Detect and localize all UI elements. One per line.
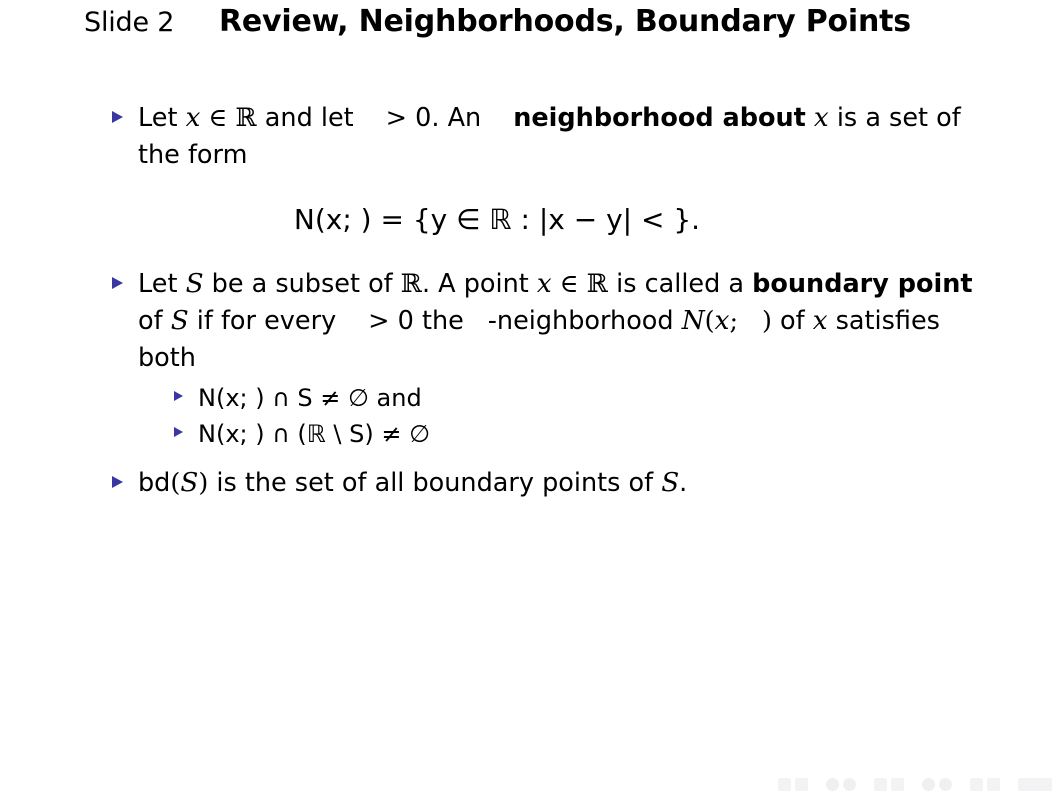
page-title: Slide 2 Review, Neighborhoods, Boundary …: [84, 2, 984, 43]
sub-bullet-triangle-icon: [174, 381, 198, 401]
slide-next-icon[interactable]: [795, 778, 808, 791]
sub-bullet-triangle-icon: [174, 417, 198, 437]
nav-group-slide[interactable]: [778, 778, 808, 791]
list-item: bd(S) is the set of all boundary points …: [112, 465, 1002, 502]
bullet-triangle-icon: [112, 465, 138, 488]
sub-bullet-text-condition-intersect-complement: N(x; ) ∩ (ℝ \ S) ≠ ∅: [198, 420, 431, 448]
back-icon[interactable]: [1018, 778, 1052, 791]
bullet-triangle-icon: [112, 266, 138, 289]
section-next-icon[interactable]: [939, 778, 952, 791]
slide-body: Let x ∈ ℝ and let > 0. An neighborhood a…: [112, 100, 1002, 516]
list-item: Let S be a subset of ℝ. A point x ∈ ℝ is…: [112, 266, 1002, 377]
bullet-text-bd-set-definition: bd(S) is the set of all boundary points …: [138, 468, 688, 498]
bullet-text-neighborhood-definition: Let x ∈ ℝ and let > 0. An neighborhood a…: [138, 103, 961, 170]
display-equation: N(x; ) = {y ∈ ℝ : |x − y| < }.: [293, 203, 701, 236]
beamer-navigation-bar[interactable]: [778, 778, 1052, 791]
nav-group-subsection[interactable]: [874, 778, 904, 791]
subsection-next-icon[interactable]: [891, 778, 904, 791]
bullet-text-boundary-point-definition: Let S be a subset of ℝ. A point x ∈ ℝ is…: [138, 269, 973, 373]
slide-title-text: Review, Neighborhoods, Boundary Points: [218, 4, 911, 39]
list-item: N(x; ) ∩ (ℝ \ S) ≠ ∅: [174, 417, 1002, 451]
nav-group-frame[interactable]: [826, 778, 856, 791]
list-item: N(x; ) ∩ S ≠ ∅ and: [174, 381, 1002, 415]
presentation-start-icon[interactable]: [970, 778, 983, 791]
frame-next-icon[interactable]: [843, 778, 856, 791]
section-previous-icon[interactable]: [922, 778, 935, 791]
sub-bullet-list: N(x; ) ∩ S ≠ ∅ and N(x; ) ∩ (ℝ \ S) ≠ ∅: [112, 381, 1002, 451]
slide-number-label: Slide 2: [84, 7, 175, 38]
list-item: Let x ∈ ℝ and let > 0. An neighborhood a…: [112, 100, 1002, 174]
nav-group-presentation[interactable]: [970, 778, 1000, 791]
bullet-triangle-icon: [112, 100, 138, 123]
nav-group-history[interactable]: [1018, 778, 1052, 791]
frame-previous-icon[interactable]: [826, 778, 839, 791]
sub-bullet-text-condition-intersect-S: N(x; ) ∩ S ≠ ∅ and: [198, 384, 422, 412]
nav-group-section[interactable]: [922, 778, 952, 791]
subsection-previous-icon[interactable]: [874, 778, 887, 791]
slide-previous-icon[interactable]: [778, 778, 791, 791]
presentation-end-icon[interactable]: [987, 778, 1000, 791]
